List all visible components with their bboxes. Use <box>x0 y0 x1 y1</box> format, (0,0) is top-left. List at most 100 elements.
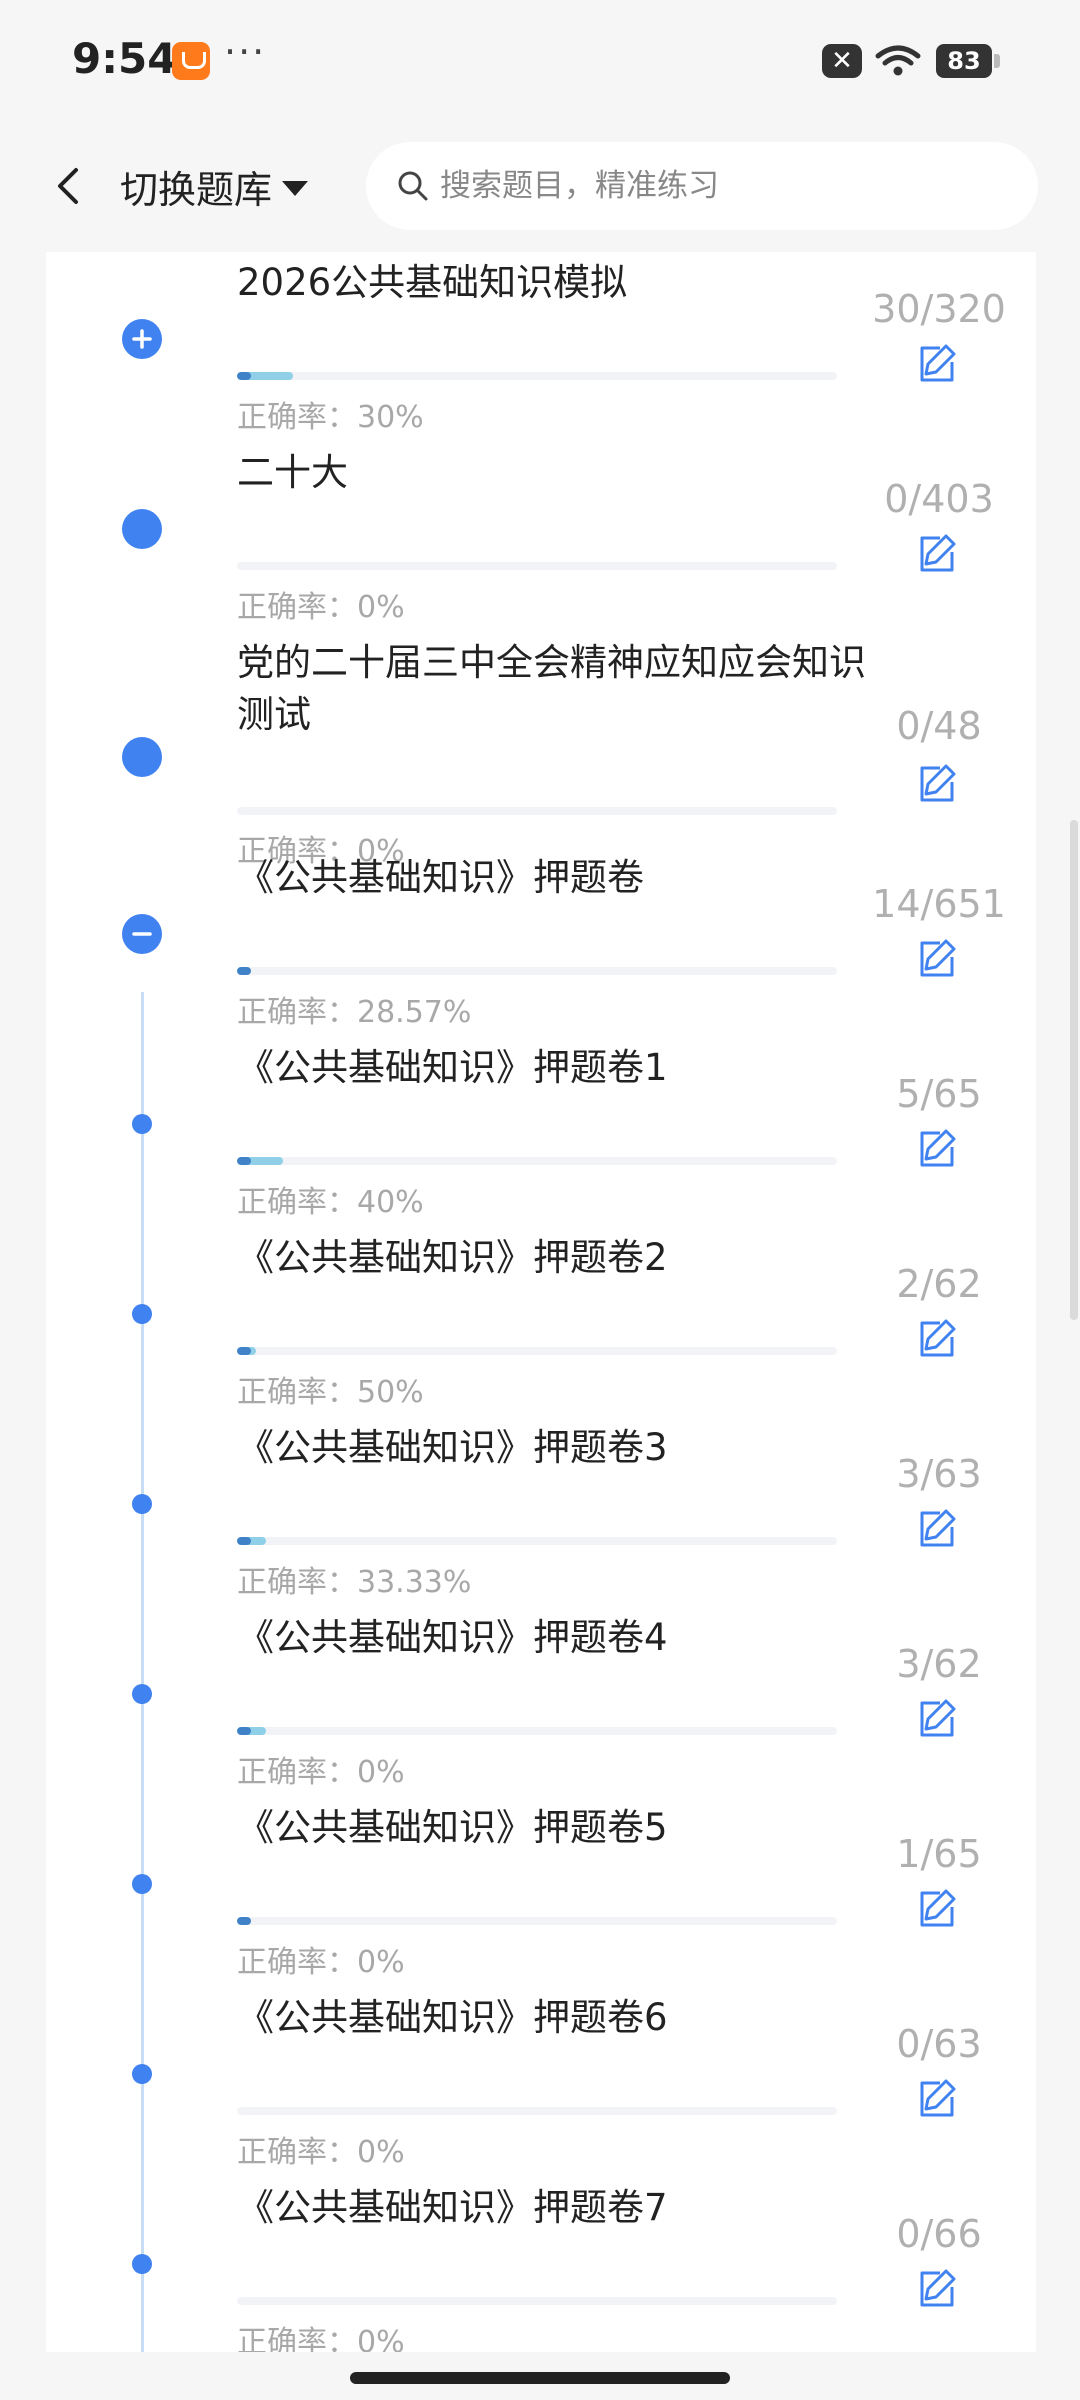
status-time: 9:54 <box>72 34 177 83</box>
edit-practice-button[interactable] <box>916 340 960 384</box>
search-box[interactable] <box>366 142 1038 230</box>
home-indicator[interactable] <box>350 2372 730 2384</box>
question-count: 30/320 <box>872 287 1006 331</box>
question-count: 1/65 <box>896 1832 982 1876</box>
list-item[interactable]: 2026公共基础知识模拟 正确率：30% 30/320 <box>46 252 1036 442</box>
timeline-node <box>132 1874 152 1894</box>
timeline-node <box>132 1494 152 1514</box>
list-item[interactable]: 《公共基础知识》押题卷4 正确率：0% 3/62 <box>46 1607 1036 1797</box>
status-bar: 9:54 ··· ✕ 83 <box>0 0 1080 130</box>
item-title: 《公共基础知识》押题卷3 <box>237 1426 668 1469</box>
accuracy-value: 0% <box>357 590 405 625</box>
accuracy-label: 正确率： <box>237 400 357 435</box>
top-bar: 切换题库 <box>0 130 1080 250</box>
item-title: 《公共基础知识》押题卷1 <box>237 1046 668 1089</box>
edit-practice-button[interactable] <box>916 935 960 979</box>
edit-icon <box>920 1319 956 1357</box>
progress-bar <box>237 1347 837 1355</box>
item-title: 2026公共基础知识模拟 <box>237 261 628 304</box>
accuracy-label: 正确率： <box>237 1375 357 1410</box>
back-arrow-icon[interactable] <box>40 156 100 216</box>
item-title: 《公共基础知识》押题卷4 <box>237 1616 668 1659</box>
accuracy-text: 正确率：0% <box>237 1747 405 1791</box>
item-title: 《公共基础知识》押题卷6 <box>237 1996 668 2039</box>
edit-icon <box>920 1129 956 1167</box>
progress-fill <box>237 372 294 380</box>
question-count: 3/62 <box>896 1642 982 1686</box>
edit-practice-button[interactable] <box>916 1125 960 1169</box>
timeline-node <box>122 737 162 777</box>
accuracy-text: 正确率：0% <box>237 1937 405 1981</box>
item-title: 《公共基础知识》押题卷2 <box>237 1236 668 1279</box>
list-item[interactable]: 《公共基础知识》押题卷1 正确率：40% 5/65 <box>46 1037 1036 1227</box>
edit-icon <box>920 939 956 977</box>
edit-practice-button[interactable] <box>916 530 960 574</box>
more-notifications-icon: ··· <box>224 30 267 74</box>
expand-node-button[interactable] <box>122 319 162 359</box>
scrollbar[interactable] <box>1070 820 1078 1320</box>
accuracy-label: 正确率： <box>237 590 357 625</box>
question-count: 2/62 <box>896 1262 982 1306</box>
edit-icon <box>920 344 956 382</box>
timeline-node <box>132 1304 152 1324</box>
accuracy-value: 50% <box>357 1375 424 1410</box>
item-title: 二十大 <box>237 451 348 494</box>
edit-icon <box>920 2079 956 2117</box>
question-count: 3/63 <box>896 1452 982 1496</box>
progress-bar <box>237 1157 837 1165</box>
accuracy-text: 正确率：0% <box>237 2317 405 2352</box>
plus-icon <box>132 329 152 349</box>
progress-fill <box>237 1537 266 1545</box>
progress-fill <box>237 1347 257 1355</box>
list-item[interactable]: 《公共基础知识》押题卷5 正确率：0% 1/65 <box>46 1797 1036 1987</box>
question-count: 0/48 <box>896 704 982 748</box>
question-count: 0/63 <box>896 2022 982 2066</box>
accuracy-label: 正确率： <box>237 1185 357 1220</box>
list-item[interactable]: 二十大 正确率：0% 0/403 <box>46 442 1036 632</box>
item-title: 《公共基础知识》押题卷5 <box>237 1806 668 1849</box>
progress-bar <box>237 2107 837 2115</box>
accuracy-value: 0% <box>357 1755 405 1790</box>
edit-practice-button[interactable] <box>916 2075 960 2119</box>
progress-fill <box>237 1157 284 1165</box>
edit-practice-button[interactable] <box>916 760 960 804</box>
list-item[interactable]: 党的二十届三中全会精神应知应会知识测试 正确率：0% 0/48 <box>46 632 1036 869</box>
list-item[interactable]: 《公共基础知识》押题卷6 正确率：0% 0/63 <box>46 1987 1036 2177</box>
item-title: 《公共基础知识》押题卷7 <box>237 2186 668 2229</box>
item-title: 党的二十届三中全会精神应知应会知识测试 <box>237 641 866 736</box>
accuracy-text: 正确率：33.33% <box>237 1557 471 1601</box>
accuracy-label: 正确率： <box>237 2325 357 2352</box>
edit-icon <box>920 534 956 572</box>
edit-icon <box>920 1889 956 1927</box>
search-input[interactable] <box>438 167 1002 205</box>
edit-practice-button[interactable] <box>916 1505 960 1549</box>
question-count: 14/651 <box>872 882 1006 926</box>
edit-icon <box>920 764 956 802</box>
list-item[interactable]: 《公共基础知识》押题卷 正确率：28.57% 14/651 <box>46 847 1036 1037</box>
item-title: 《公共基础知识》押题卷 <box>237 856 644 899</box>
search-icon <box>398 171 428 201</box>
collapse-node-button[interactable] <box>122 914 162 954</box>
edit-practice-button[interactable] <box>916 2265 960 2309</box>
accuracy-text: 正确率：0% <box>237 2127 405 2171</box>
progress-bar <box>237 562 837 570</box>
accuracy-text: 正确率：30% <box>237 392 424 436</box>
minus-icon <box>132 932 152 936</box>
edit-practice-button[interactable] <box>916 1885 960 1929</box>
accuracy-value: 0% <box>357 1945 405 1980</box>
battery-icon: 83 <box>936 44 1000 78</box>
list-item[interactable]: 《公共基础知识》押题卷7 正确率：0% 0/66 <box>46 2177 1036 2352</box>
progress-bar <box>237 2297 837 2305</box>
timeline-node <box>132 1684 152 1704</box>
list-item[interactable]: 《公共基础知识》押题卷3 正确率：33.33% 3/63 <box>46 1417 1036 1607</box>
edit-practice-button[interactable] <box>916 1315 960 1359</box>
accuracy-text: 正确率：40% <box>237 1177 424 1221</box>
progress-bar <box>237 1537 837 1545</box>
edit-practice-button[interactable] <box>916 1695 960 1739</box>
switch-question-bank-button[interactable]: 切换题库 <box>120 158 309 214</box>
progress-fill <box>237 1727 266 1735</box>
list-item[interactable]: 《公共基础知识》押题卷2 正确率：50% 2/62 <box>46 1227 1036 1417</box>
accuracy-label: 正确率： <box>237 995 357 1030</box>
timeline-node <box>132 2064 152 2084</box>
accuracy-label: 正确率： <box>237 1565 357 1600</box>
